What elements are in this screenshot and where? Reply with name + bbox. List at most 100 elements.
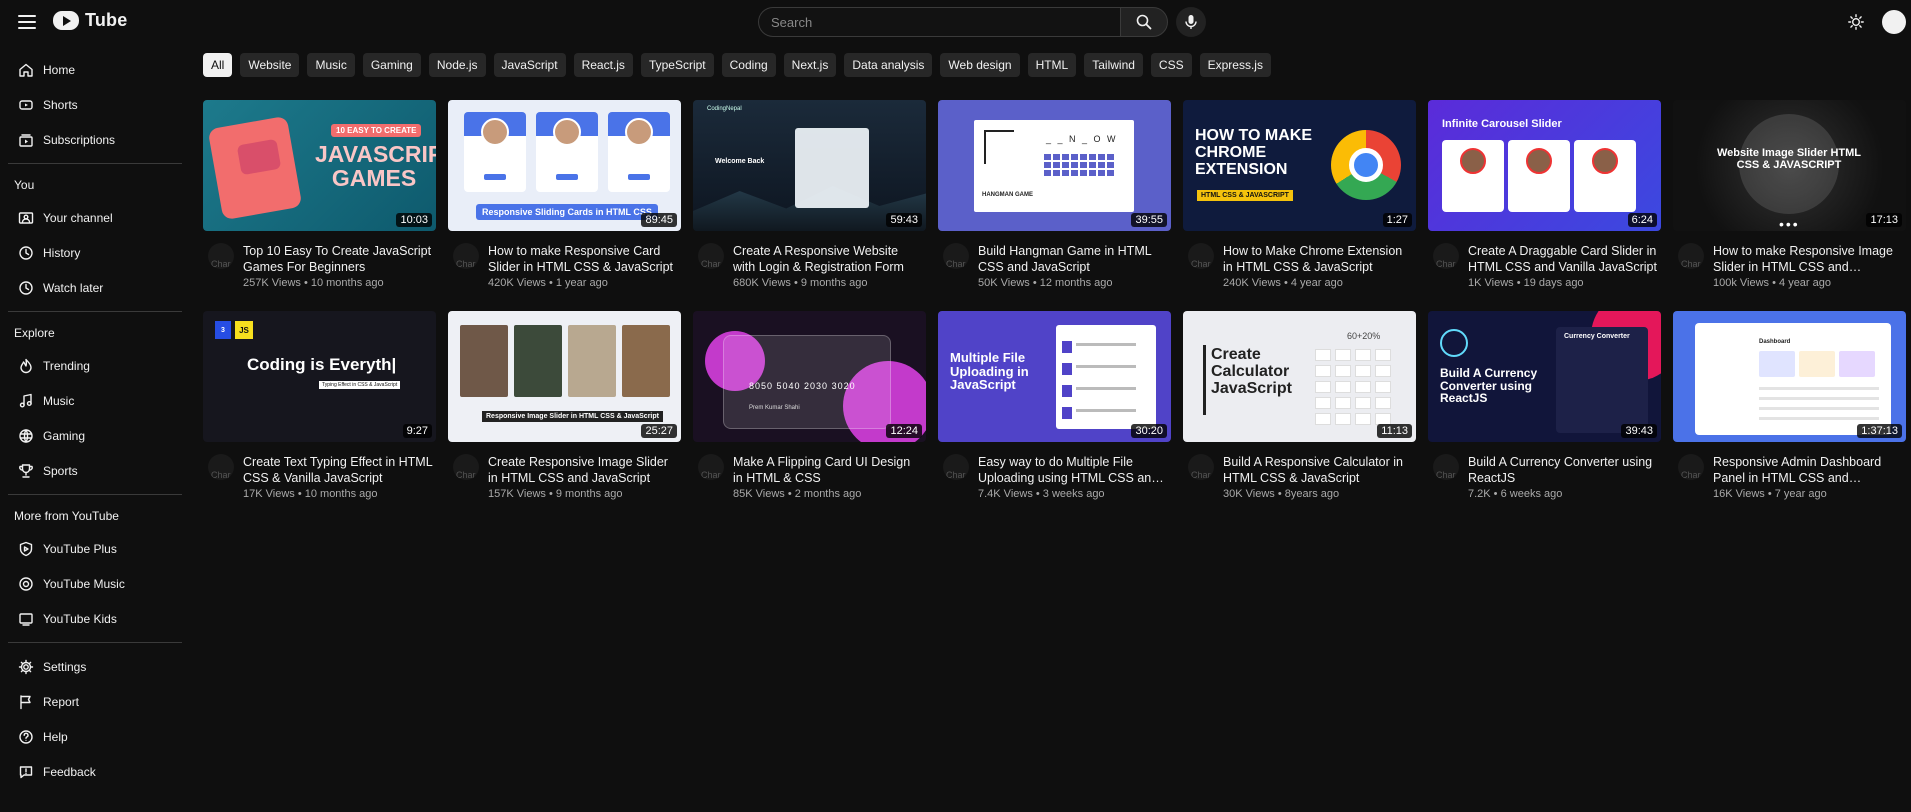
- video-thumbnail[interactable]: Infinite Carousel Slider 6:24: [1428, 100, 1661, 231]
- chip-coding[interactable]: Coding: [721, 53, 776, 77]
- chip-tailwind[interactable]: Tailwind: [1084, 53, 1143, 77]
- video-thumbnail[interactable]: Dashboard 1:37:13: [1673, 311, 1906, 442]
- video-title[interactable]: Build Hangman Game in HTML CSS and JavaS…: [978, 243, 1168, 275]
- sidebar-item-youtube-kids[interactable]: YouTube Kids: [0, 601, 182, 636]
- video-thumbnail[interactable]: HOW TO MAKE CHROME EXTENSION HTML CSS & …: [1183, 100, 1416, 231]
- chip-gaming[interactable]: Gaming: [362, 53, 421, 77]
- chip-react-js[interactable]: React.js: [573, 53, 633, 77]
- video-title[interactable]: How to make Responsive Card Slider in HT…: [488, 243, 678, 275]
- video-title[interactable]: Make A Flipping Card UI Design in HTML &…: [733, 454, 923, 486]
- video-title[interactable]: Responsive Admin Dashboard Panel in HTML…: [1713, 454, 1903, 486]
- channel-avatar[interactable]: Char: [1433, 454, 1459, 480]
- search-input[interactable]: [758, 7, 1120, 37]
- channel-avatar[interactable]: Char: [453, 243, 479, 269]
- video-card[interactable]: 3 JS Coding is Everyth| Typing Effect in…: [203, 311, 436, 500]
- video-title[interactable]: How to Make Chrome Extension in HTML CSS…: [1223, 243, 1413, 275]
- channel-avatar[interactable]: Char: [1678, 454, 1704, 480]
- user-avatar[interactable]: [1882, 10, 1906, 34]
- channel-avatar[interactable]: Char: [943, 243, 969, 269]
- video-card[interactable]: HOW TO MAKE CHROME EXTENSION HTML CSS & …: [1183, 100, 1416, 289]
- video-title[interactable]: Create A Draggable Card Slider in HTML C…: [1468, 243, 1658, 275]
- channel-avatar[interactable]: Char: [1678, 243, 1704, 269]
- history-icon-wrap: [18, 245, 34, 261]
- chip-typescript[interactable]: TypeScript: [640, 53, 714, 77]
- channel-avatar[interactable]: Char: [1433, 243, 1459, 269]
- video-thumbnail[interactable]: Create Calculator JavaScript 60+20% 11:1…: [1183, 311, 1416, 442]
- channel-avatar[interactable]: Char: [453, 454, 479, 480]
- chip-website[interactable]: Website: [240, 53, 300, 77]
- sidebar-item-sports[interactable]: Sports: [0, 453, 182, 488]
- chip-html[interactable]: HTML: [1027, 53, 1077, 77]
- sidebar-item-music[interactable]: Music: [0, 383, 182, 418]
- sidebar-item-youtube-music[interactable]: YouTube Music: [0, 566, 182, 601]
- video-title[interactable]: How to make Responsive Image Slider in H…: [1713, 243, 1903, 275]
- video-card[interactable]: Website Image Slider HTML CSS & JAVASCRI…: [1673, 100, 1906, 289]
- video-card[interactable]: Build A Currency Converter using ReactJS…: [1428, 311, 1661, 500]
- voice-search-button[interactable]: [1176, 7, 1206, 37]
- video-card[interactable]: Create Calculator JavaScript 60+20% 11:1…: [1183, 311, 1416, 500]
- logo[interactable]: Tube: [53, 10, 127, 31]
- chip-all[interactable]: All: [203, 53, 233, 77]
- video-thumbnail[interactable]: _ _ N _ O W HANGMAN GAME 39:55: [938, 100, 1171, 231]
- sidebar-item-report[interactable]: Report: [0, 684, 182, 719]
- sidebar-item-help[interactable]: Help: [0, 719, 182, 754]
- video-card[interactable]: CodingNepal Welcome Back 59:43 Char Crea…: [693, 100, 926, 289]
- sidebar-item-youtube-plus[interactable]: YouTube Plus: [0, 531, 182, 566]
- chip-next-js[interactable]: Next.js: [783, 53, 837, 77]
- video-card[interactable]: 8050 5040 2030 3020 Prem Kumar Shahi 12:…: [693, 311, 926, 500]
- video-card[interactable]: _ _ N _ O W HANGMAN GAME 39:55 Char Buil…: [938, 100, 1171, 289]
- chip-express-js[interactable]: Express.js: [1199, 53, 1271, 77]
- trending-icon-wrap: [18, 358, 34, 374]
- chip-data-analysis[interactable]: Data analysis: [844, 53, 933, 77]
- channel-avatar[interactable]: Char: [208, 243, 234, 269]
- chip-music[interactable]: Music: [307, 53, 355, 77]
- video-meta: Char Build A Responsive Calculator in HT…: [1183, 454, 1416, 500]
- channel-avatar[interactable]: Char: [698, 243, 724, 269]
- chip-web-design[interactable]: Web design: [940, 53, 1020, 77]
- video-card[interactable]: Dashboard 1:37:13 Char Responsive Admin …: [1673, 311, 1906, 500]
- video-thumbnail[interactable]: Website Image Slider HTML CSS & JAVASCRI…: [1673, 100, 1906, 231]
- video-card[interactable]: 10 EASY TO CREATE JAVASCRIPT GAMES 10:03…: [203, 100, 436, 289]
- video-title[interactable]: Easy way to do Multiple File Uploading u…: [978, 454, 1168, 486]
- video-card[interactable]: Responsive Sliding Cards in HTML CSS 89:…: [448, 100, 681, 289]
- sidebar-item-shorts[interactable]: Shorts: [0, 87, 182, 122]
- sidebar-item-home[interactable]: Home: [0, 52, 182, 87]
- video-card[interactable]: Responsive Image Slider in HTML CSS & Ja…: [448, 311, 681, 500]
- video-thumbnail[interactable]: Multiple File Uploading in JavaScript 30…: [938, 311, 1171, 442]
- video-thumbnail[interactable]: 8050 5040 2030 3020 Prem Kumar Shahi 12:…: [693, 311, 926, 442]
- sidebar-item-feedback[interactable]: Feedback: [0, 754, 182, 789]
- chip-javascript[interactable]: JavaScript: [493, 53, 566, 77]
- video-thumbnail[interactable]: Build A Currency Converter using ReactJS…: [1428, 311, 1661, 442]
- video-thumbnail[interactable]: Responsive Image Slider in HTML CSS & Ja…: [448, 311, 681, 442]
- video-title[interactable]: Create A Responsive Website with Login &…: [733, 243, 923, 275]
- video-thumbnail[interactable]: 3 JS Coding is Everyth| Typing Effect in…: [203, 311, 436, 442]
- search-button[interactable]: [1120, 7, 1168, 37]
- hamburger-menu-icon[interactable]: [16, 12, 38, 32]
- video-title[interactable]: Build A Responsive Calculator in HTML CS…: [1223, 454, 1413, 486]
- channel-avatar[interactable]: Char: [1188, 243, 1214, 269]
- video-thumbnail[interactable]: CodingNepal Welcome Back 59:43: [693, 100, 926, 231]
- channel-avatar[interactable]: Char: [943, 454, 969, 480]
- sidebar-item-history[interactable]: History: [0, 235, 182, 270]
- sidebar-item-subscriptions[interactable]: Subscriptions: [0, 122, 182, 157]
- theme-toggle-button[interactable]: [1846, 12, 1866, 32]
- channel-avatar[interactable]: Char: [208, 454, 234, 480]
- chip-node-js[interactable]: Node.js: [428, 53, 486, 77]
- video-title[interactable]: Create Responsive Image Slider in HTML C…: [488, 454, 678, 486]
- sidebar-item-trending[interactable]: Trending: [0, 348, 182, 383]
- trending-icon: [20, 358, 32, 373]
- video-thumbnail[interactable]: Responsive Sliding Cards in HTML CSS 89:…: [448, 100, 681, 231]
- sidebar-item-gaming[interactable]: Gaming: [0, 418, 182, 453]
- video-title[interactable]: Build A Currency Converter using ReactJS: [1468, 454, 1658, 486]
- video-card[interactable]: Multiple File Uploading in JavaScript 30…: [938, 311, 1171, 500]
- sidebar-item-settings[interactable]: Settings: [0, 649, 182, 684]
- sidebar-item-your-channel[interactable]: Your channel: [0, 200, 182, 235]
- channel-avatar[interactable]: Char: [698, 454, 724, 480]
- video-title[interactable]: Top 10 Easy To Create JavaScript Games F…: [243, 243, 433, 275]
- sidebar-item-watch-later[interactable]: Watch later: [0, 270, 182, 305]
- video-thumbnail[interactable]: 10 EASY TO CREATE JAVASCRIPT GAMES 10:03: [203, 100, 436, 231]
- video-title[interactable]: Create Text Typing Effect in HTML CSS & …: [243, 454, 433, 486]
- chip-css[interactable]: CSS: [1150, 53, 1192, 77]
- channel-avatar[interactable]: Char: [1188, 454, 1214, 480]
- video-card[interactable]: Infinite Carousel Slider 6:24 Char Creat…: [1428, 100, 1661, 289]
